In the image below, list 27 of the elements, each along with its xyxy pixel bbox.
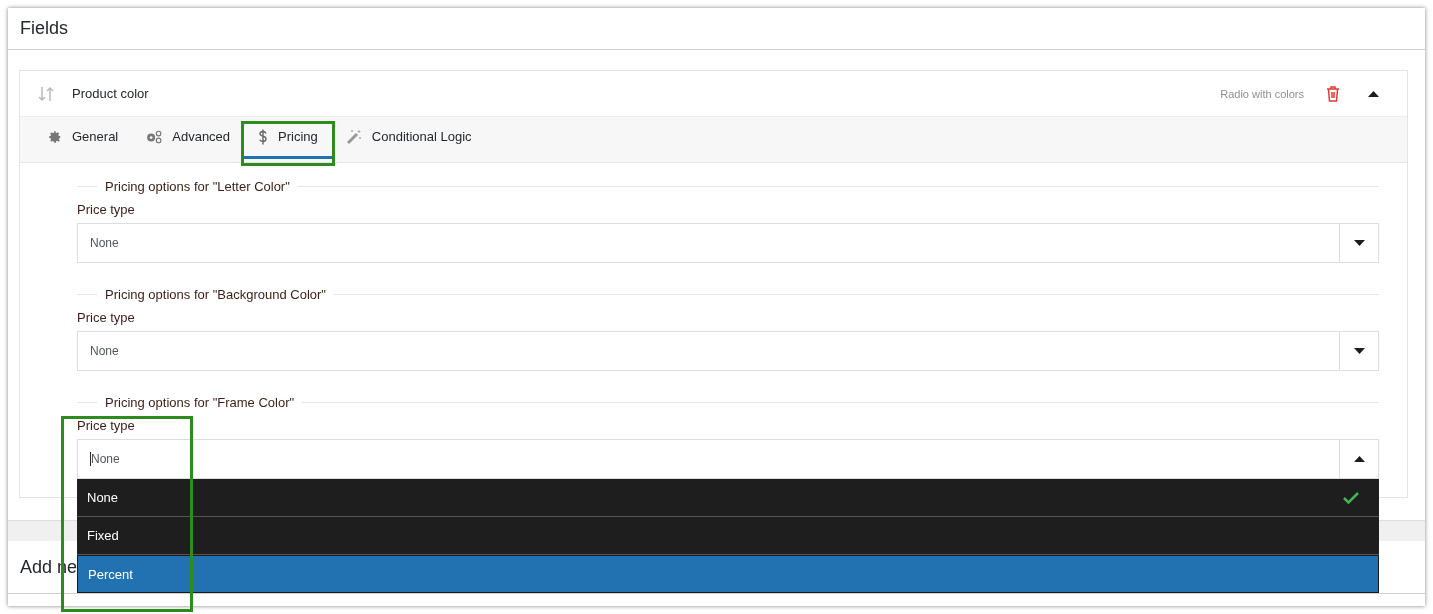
section-legend: Pricing options for "Frame Color" (105, 394, 295, 410)
tab[interactable]: Conditional Logic (331, 117, 486, 159)
price-type-select[interactable]: None (77, 331, 1379, 371)
dollar-icon (258, 128, 269, 145)
toggle-button[interactable] (1368, 90, 1379, 97)
field-label: Price type (77, 418, 136, 433)
trash-icon[interactable] (1326, 85, 1340, 102)
field-label: Price type (77, 310, 136, 325)
field-name: Product color (72, 86, 150, 102)
gears-icon (146, 129, 163, 144)
caret-up-icon (1368, 90, 1379, 97)
caret-up-icon (1353, 456, 1365, 462)
field-type: Radio with colors (1220, 87, 1304, 100)
caret-down-icon (1353, 348, 1365, 354)
caret-down-icon (1353, 240, 1365, 246)
tab[interactable]: Pricing (244, 117, 332, 159)
price-type-select[interactable]: None (77, 439, 1379, 479)
section-legend: Pricing options for "Background Color" (105, 286, 326, 302)
dropdown-option[interactable]: Percent (77, 555, 1379, 593)
tab[interactable]: General (34, 117, 133, 159)
price-type-select[interactable]: None (77, 223, 1379, 263)
section-legend: Pricing options for "Letter Color" (105, 178, 290, 194)
panel-title: Fields (20, 18, 68, 39)
gear-icon (48, 129, 62, 144)
field-label: Price type (77, 202, 136, 217)
tab[interactable]: Advanced (132, 117, 245, 159)
magic-wand-icon (345, 128, 362, 145)
